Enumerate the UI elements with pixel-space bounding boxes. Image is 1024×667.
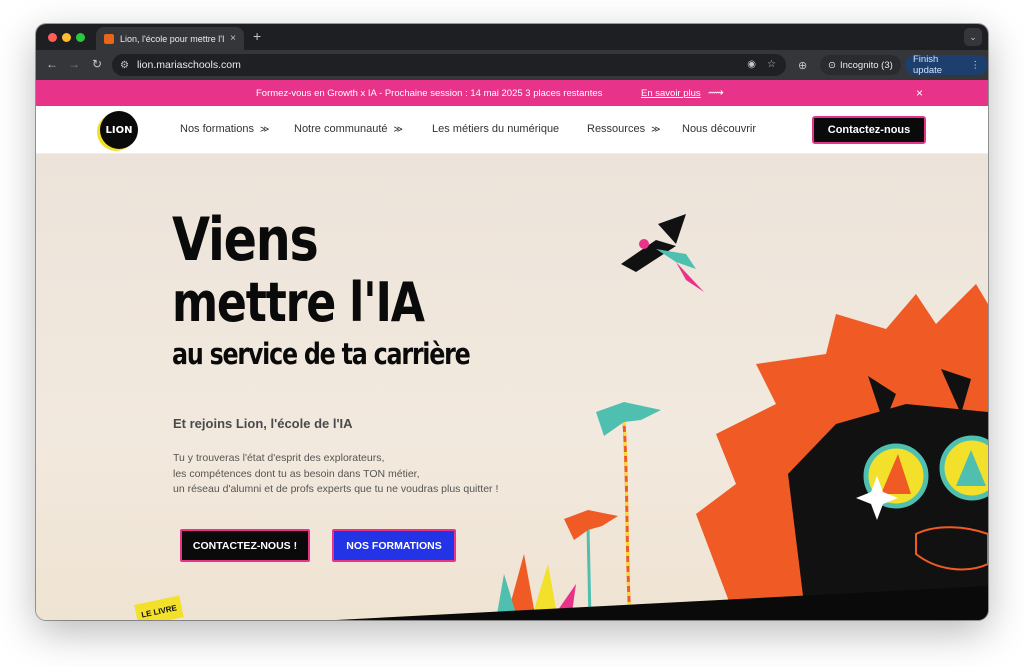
- finish-update-button[interactable]: Finish update ⋮: [905, 54, 988, 76]
- hero-contact-button[interactable]: CONTACTEZ-NOUS !: [180, 529, 310, 562]
- bookmark-star-icon[interactable]: ☆: [767, 59, 776, 70]
- nav-item-communaute[interactable]: Notre communauté ≫: [294, 123, 403, 135]
- lion-illustration: [696, 284, 988, 620]
- squiggle-arrow-icon: ⟿: [708, 87, 724, 99]
- nav-item-label: Les métiers du numérique: [432, 123, 560, 135]
- forward-arrow-icon[interactable]: →: [68, 58, 80, 70]
- back-arrow-icon[interactable]: ←: [46, 58, 58, 70]
- maximize-window-button[interactable]: [76, 33, 85, 42]
- promo-close-icon[interactable]: ×: [916, 86, 923, 100]
- site-navbar: LION Nos formations ≫ Notre communauté ≫ L…: [36, 106, 988, 154]
- site-info-icon[interactable]: ⚙: [120, 60, 129, 71]
- reload-icon[interactable]: ↻: [92, 58, 102, 70]
- palm-tree-illustration: [596, 402, 661, 620]
- minimize-window-button[interactable]: [62, 33, 71, 42]
- nav-item-label: Ressources: [587, 123, 646, 135]
- browser-toolbar: ← → ↻ ⚙ lion.mariaschools.com ◉ ☆ ⊕ ⊙ In…: [36, 50, 988, 80]
- double-chevron-down-icon: ≫: [651, 124, 661, 134]
- hero-title-line2: mettre l'IA: [172, 271, 425, 334]
- nav-item-metiers[interactable]: Les métiers du numérique: [432, 123, 559, 135]
- hero-section: Viens mettre l'IA au service de ta carri…: [36, 154, 988, 620]
- tab-title: Lion, l'école pour mettre l'IA a: [120, 33, 225, 44]
- close-window-button[interactable]: [48, 33, 57, 42]
- nav-item-formations[interactable]: Nos formations ≫: [180, 123, 269, 135]
- url-text[interactable]: lion.mariaschools.com: [137, 59, 241, 71]
- tab-strip: Lion, l'école pour mettre l'IA a × + ⌄: [36, 24, 988, 50]
- hero-title: Viens mettre l'IA au service de ta carri…: [172, 205, 471, 374]
- incognito-label: Incognito (3): [839, 59, 893, 71]
- bird-illustration: [621, 214, 704, 292]
- hero-subtitle: Et rejoins Lion, l'école de l'IA: [173, 416, 353, 431]
- lion-logo[interactable]: LION: [100, 111, 138, 149]
- hero-formations-button[interactable]: NOS FORMATIONS: [332, 529, 456, 562]
- extension-icon[interactable]: ⊕: [798, 59, 807, 72]
- hero-title-line1: Viens: [172, 205, 319, 275]
- tab-close-icon[interactable]: ×: [230, 33, 236, 44]
- double-chevron-down-icon: ≫: [393, 124, 403, 134]
- browser-tab[interactable]: Lion, l'école pour mettre l'IA a ×: [96, 27, 244, 50]
- web-page: Formez-vous en Growth x IA - Prochaine s…: [36, 80, 988, 620]
- nav-item-label: Nous découvrir: [682, 123, 756, 135]
- incognito-badge[interactable]: ⊙ Incognito (3): [820, 55, 901, 75]
- hero-title-line3: au service de ta carrière: [172, 337, 471, 371]
- browser-window: Lion, l'école pour mettre l'IA a × + ⌄ ←…: [36, 24, 988, 620]
- hero-body-line: un réseau d'alumni et de profs experts q…: [173, 483, 499, 495]
- nav-item-ressources[interactable]: Ressources ≫: [587, 123, 661, 135]
- promo-banner: Formez-vous en Growth x IA - Prochaine s…: [36, 80, 988, 106]
- new-tab-button[interactable]: +: [253, 29, 261, 43]
- hero-body-line: les compétences dont tu as besoin dans T…: [173, 467, 420, 480]
- contact-button[interactable]: Contactez-nous: [812, 116, 926, 144]
- eye-off-icon[interactable]: ◉: [747, 59, 756, 70]
- promo-link[interactable]: En savoir plus: [641, 88, 701, 99]
- address-bar[interactable]: ⚙ lion.mariaschools.com ◉ ☆: [112, 54, 786, 76]
- promo-text: Formez-vous en Growth x IA - Prochaine s…: [256, 88, 603, 99]
- nav-item-label: Notre communauté: [294, 123, 388, 135]
- nav-item-decouvrir[interactable]: Nous découvrir: [682, 123, 756, 135]
- finish-update-label: Finish update: [913, 54, 943, 76]
- kebab-menu-icon: ⋮: [970, 59, 981, 71]
- lion-favicon-icon: [104, 33, 114, 44]
- double-chevron-down-icon: ≫: [259, 124, 270, 134]
- incognito-icon: ⊙: [828, 59, 836, 71]
- hero-body-line: Tu y trouveras l'état d'esprit des explo…: [173, 452, 385, 464]
- tab-search-chevron-icon[interactable]: ⌄: [964, 28, 982, 46]
- hero-body: Tu y trouveras l'état d'esprit des explo…: [173, 451, 498, 498]
- nav-item-label: Nos formations: [180, 123, 254, 135]
